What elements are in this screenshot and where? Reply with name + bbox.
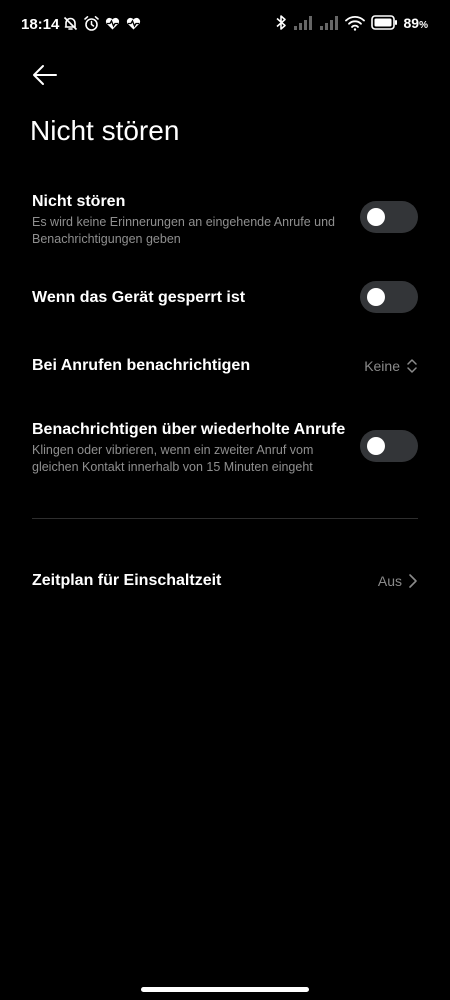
dnd-toggle[interactable] xyxy=(360,201,418,233)
schedule-value: Aus xyxy=(377,573,402,589)
setting-desc-repeated: Klingen oder vibrieren, wenn ein zweiter… xyxy=(32,443,314,474)
status-time: 18:14 xyxy=(21,16,60,33)
locked-toggle[interactable] xyxy=(360,281,418,313)
setting-title-repeated: Benachrichtigen über wiederholte Anrufe xyxy=(32,421,346,438)
setting-row-locked[interactable]: Wenn das Gerät gesperrt ist xyxy=(32,280,418,314)
chevron-up-down-icon xyxy=(407,359,417,373)
alarm-icon xyxy=(84,16,99,31)
setting-row-repeated[interactable]: Benachrichtigen über wiederholte Anrufe … xyxy=(32,420,418,476)
setting-title-dnd: Nicht stören xyxy=(32,193,126,210)
setting-row-calls[interactable]: Bei Anrufen benachrichtigen Keine xyxy=(32,356,418,378)
signal-icon xyxy=(293,15,312,30)
chevron-right-icon xyxy=(409,574,417,588)
bell-muted-icon xyxy=(63,16,78,31)
page-title: Nicht stören xyxy=(30,115,180,146)
arrow-left-icon xyxy=(33,65,57,85)
toggle-knob xyxy=(367,288,385,306)
calls-value-selector[interactable]: Keine xyxy=(364,357,418,375)
status-bar: 18:14 89% xyxy=(0,0,450,52)
battery-percent: 89% xyxy=(403,14,428,31)
setting-row-dnd[interactable]: Nicht stören Es wird keine Erinnerungen … xyxy=(32,192,418,248)
wifi-icon xyxy=(344,15,365,31)
setting-title-schedule: Zeitplan für Einschaltzeit xyxy=(32,572,222,589)
setting-row-schedule[interactable]: Zeitplan für Einschaltzeit Aus xyxy=(32,571,418,593)
back-button[interactable] xyxy=(30,60,62,90)
status-left-icons xyxy=(62,15,142,32)
battery-icon xyxy=(370,15,397,30)
section-divider xyxy=(32,518,418,519)
setting-desc-dnd: Es wird keine Erinnerungen an eingehende… xyxy=(32,215,335,246)
setting-title-calls: Bei Anrufen benachrichtigen xyxy=(32,357,251,374)
home-indicator[interactable] xyxy=(141,987,309,992)
heart-rate-icon xyxy=(105,17,120,30)
toggle-knob xyxy=(367,208,385,226)
bluetooth-icon xyxy=(275,15,286,30)
toggle-knob xyxy=(367,437,385,455)
signal-icon-2 xyxy=(319,15,338,30)
schedule-value-link[interactable]: Aus xyxy=(378,572,418,590)
calls-value: Keine xyxy=(364,358,400,374)
status-right-icons: 89% xyxy=(275,14,428,31)
heart-rate-icon-2 xyxy=(126,17,141,30)
repeated-toggle[interactable] xyxy=(360,430,418,462)
